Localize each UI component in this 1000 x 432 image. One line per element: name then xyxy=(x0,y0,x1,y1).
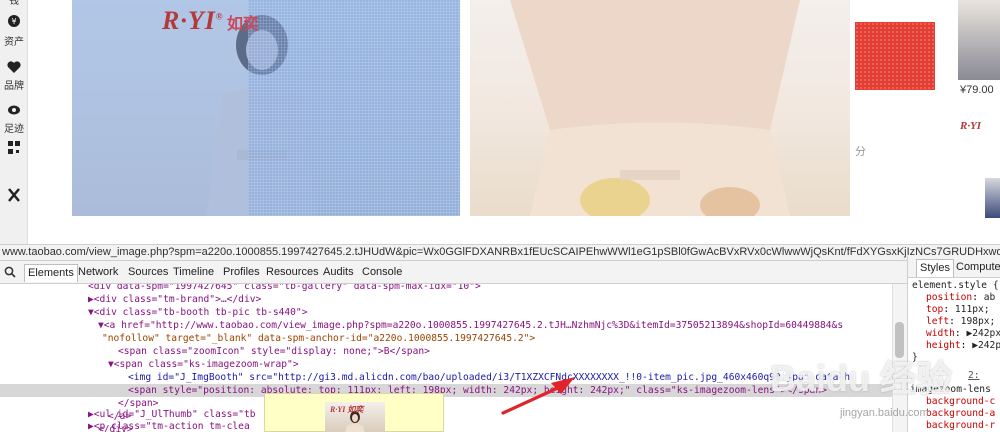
style-declaration[interactable]: left: 198px; xyxy=(926,316,995,327)
image-preview-tooltip: R·YI 如奕 xyxy=(264,393,444,432)
tab-elements[interactable]: Elements xyxy=(24,264,78,282)
dom-node-text: ▼<a href="http://www.taobao.com/view_ima… xyxy=(98,320,844,331)
coin-icon[interactable]: ¥ xyxy=(6,14,22,28)
dom-node-anchor[interactable]: ▼<a href="http://www.taobao.com/view_ima… xyxy=(98,319,843,332)
baidu-watermark-url: jingyan.baidu.com xyxy=(840,407,929,419)
brand-logo-cn: 如奕 xyxy=(227,16,260,33)
product-main-image[interactable]: R·YI® 如奕 xyxy=(72,0,460,216)
tab-profiles[interactable]: Profiles xyxy=(223,266,260,278)
dom-node-brand[interactable]: ▶<div class="tm-brand">…</div> xyxy=(88,293,261,306)
svg-text:¥: ¥ xyxy=(11,17,16,26)
devtools-tab-bar: Elements Network Sources Timeline Profil… xyxy=(0,261,1000,284)
tab-sources[interactable]: Sources xyxy=(128,266,168,278)
brand-logo: R·YI® xyxy=(162,6,224,35)
dom-node-text: ▼<span class="ks-imagezoom-wrap"> xyxy=(108,359,299,370)
recommend-thumb-2[interactable] xyxy=(985,178,1000,218)
style-declaration[interactable]: width: ▶242px xyxy=(926,328,1000,339)
dom-node-zoomicon[interactable]: <span class="zoomIcon" style="display: n… xyxy=(118,345,430,358)
styles-tab-bar: Styles Computed xyxy=(908,256,1000,278)
toolbar-sidebar: 钱 ¥ 资产 品牌 足迹 xyxy=(0,0,28,244)
rating-text: 分 xyxy=(855,146,866,158)
zoomed-image-view xyxy=(470,0,850,216)
dom-node-text: ▶<ul id="J_UlThumb" class="tb xyxy=(88,409,256,420)
zoomed-model-figure xyxy=(510,0,800,216)
status-url-bar: www.taobao.com/view_image.php?spm=a220o.… xyxy=(0,244,1000,261)
dom-node-text: "nofollow" target="_blank" data-spm-anch… xyxy=(102,333,536,344)
sidebar-item-assets-label[interactable]: 资产 xyxy=(0,37,28,49)
dom-node-text: <div data-spm="1997427645" class="tb-gal… xyxy=(88,284,481,292)
tab-audits[interactable]: Audits xyxy=(323,266,354,278)
dom-node-gallery[interactable]: <div data-spm="1997427645" class="tb-gal… xyxy=(88,284,481,293)
tab-network[interactable]: Network xyxy=(78,266,118,278)
baidu-watermark: Baidu 经验 xyxy=(770,358,953,399)
heart-icon[interactable] xyxy=(6,60,22,74)
styles-panel: Styles Computed element.style { position… xyxy=(907,256,1000,432)
dom-node-booth[interactable]: ▼<div class="tb-booth tb-pic tb-s440"> xyxy=(88,306,308,319)
sidebar-item-brand-label[interactable]: 品牌 xyxy=(0,81,28,93)
style-declaration[interactable]: background-a xyxy=(926,408,995,419)
qr-code-icon[interactable] xyxy=(6,141,22,155)
style-source-link[interactable]: 2: xyxy=(968,370,980,381)
promo-banner[interactable] xyxy=(855,22,935,90)
dom-node-text: ▶<p class="tm-action tm-clea xyxy=(88,421,250,432)
search-icon[interactable] xyxy=(4,266,16,278)
sidebar-item-wallet-label[interactable]: 钱 xyxy=(0,0,28,8)
recommend-brand-logo: R·YI xyxy=(960,120,982,132)
tab-console[interactable]: Console xyxy=(362,266,402,278)
tab-timeline[interactable]: Timeline xyxy=(173,266,214,278)
eye-icon[interactable] xyxy=(6,103,22,117)
sidebar-item-footprint-label[interactable]: 足迹 xyxy=(0,124,28,136)
dom-node-imagezoom-wrap[interactable]: ▼<span class="ks-imagezoom-wrap"> xyxy=(108,358,299,371)
dom-node-text: ▶<div class="tm-brand">…</div> xyxy=(88,294,262,305)
dom-node-text: <img id="J_ImgBooth" src="http://gi3.md.… xyxy=(128,372,850,383)
dom-node-anchor-cont[interactable]: "nofollow" target="_blank" data-spm-anch… xyxy=(102,332,535,345)
style-rule-selector: element.style { xyxy=(912,280,999,291)
dom-node-p-action[interactable]: ▶<p class="tm-action tm-clea xyxy=(88,420,250,432)
dom-node-img-booth[interactable]: <img id="J_ImgBooth" src="http://gi3.md.… xyxy=(128,371,850,384)
tab-resources[interactable]: Resources xyxy=(266,266,319,278)
recommend-price: ¥79.00 xyxy=(960,84,994,96)
style-declaration[interactable]: background-r xyxy=(926,420,995,431)
dom-node-text: <span style="position: absolute; top: 11… xyxy=(128,385,827,396)
dom-node-text: <span class="zoomIcon" style="display: n… xyxy=(118,346,430,357)
product-page: 钱 ¥ 资产 品牌 足迹 R·YI® 如奕 ¥79.00 分 R·YI xyxy=(0,0,1000,244)
dom-node-text: ▼<div class="tb-booth tb-pic tb-s440"> xyxy=(88,307,308,318)
style-declaration[interactable]: position: ab xyxy=(926,292,995,303)
style-declaration[interactable]: top: 111px; xyxy=(926,304,990,315)
tab-styles[interactable]: Styles xyxy=(916,259,954,277)
tab-computed[interactable]: Computed xyxy=(956,261,1000,273)
imagezoom-lens[interactable] xyxy=(248,0,460,216)
close-icon[interactable] xyxy=(6,188,22,202)
tooltip-brand-logo: R·YI 如奕 xyxy=(330,405,364,414)
recommend-thumb-1[interactable] xyxy=(958,0,1000,80)
